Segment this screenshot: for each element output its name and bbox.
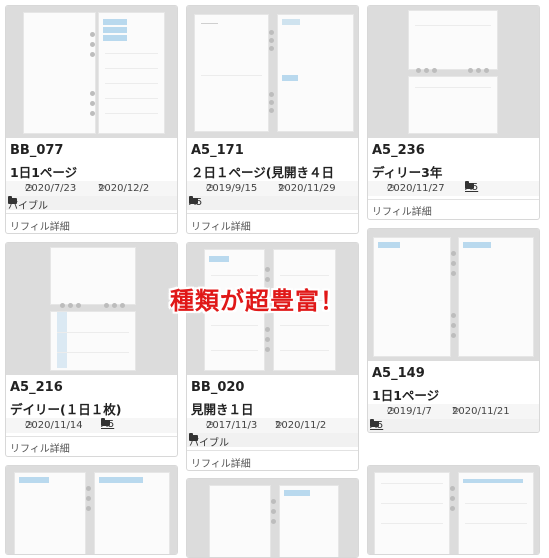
binder-rings xyxy=(269,6,275,138)
refill-page-left xyxy=(194,14,269,132)
refill-detail-link[interactable]: リフィル詳細 xyxy=(191,455,251,470)
published-date: 2020/11/14 xyxy=(25,420,83,431)
refill-code: A5_236 xyxy=(372,143,425,158)
refill-thumbnail[interactable] xyxy=(187,6,358,138)
refill-page-right xyxy=(94,472,170,554)
refill-dates: ◷ 2020/11/27 A5 xyxy=(368,181,539,196)
binder-rings xyxy=(271,479,277,557)
binder-rings xyxy=(450,466,456,554)
refill-code: BB_020 xyxy=(191,380,245,395)
published-date: 2020/11/27 xyxy=(387,183,445,194)
refill-name: 見開き１日 xyxy=(191,402,254,417)
refill-category: バイブル xyxy=(187,433,358,449)
refill-detail-link[interactable]: リフィル詳細 xyxy=(372,203,432,218)
refill-thumbnail[interactable] xyxy=(187,479,358,557)
published-date: 2019/9/15 xyxy=(206,183,258,194)
refill-code: A5_216 xyxy=(10,380,63,395)
refill-card-a5236[interactable]: A5_236 ディリー3年 ◷ 2020/11/27 A5 リフィル詳細 xyxy=(367,5,540,220)
refill-page-right xyxy=(458,472,534,554)
refill-code: A5_171 xyxy=(191,143,244,158)
refill-name: 1日1ページ xyxy=(10,165,78,180)
refill-category: A5 xyxy=(368,419,539,432)
folder-icon xyxy=(189,196,198,204)
refill-page-right xyxy=(98,12,165,134)
refill-page-right xyxy=(279,485,339,557)
refill-page-left xyxy=(14,472,86,554)
refill-thumbnail[interactable] xyxy=(368,466,539,554)
folder-icon xyxy=(465,181,474,189)
updated-date: 2020/11/2 xyxy=(275,420,327,431)
refill-card-a5149[interactable]: A5_149 1日1ページ ◷ 2019/1/7 ↻ 2020/11/21 A5 xyxy=(367,228,540,433)
binder-rings xyxy=(451,229,457,361)
refill-card-bb077[interactable]: BB_077 1日1ページ ◷ 2020/7/23 ↻ 2020/12/2 バイ… xyxy=(5,5,178,234)
refill-code: BB_077 xyxy=(10,143,64,158)
refill-name: 1日1ページ xyxy=(372,388,440,403)
refill-dates: ◷ 2019/1/7 ↻ 2020/11/21 xyxy=(368,404,539,419)
refill-page-left xyxy=(374,472,450,554)
refill-dates: ◷ 2020/11/14 A5 xyxy=(6,418,177,433)
folder-icon xyxy=(101,418,110,426)
updated-date: 2020/11/29 xyxy=(278,183,336,194)
folder-icon xyxy=(189,433,198,441)
refill-page-left xyxy=(23,12,96,134)
refill-detail-link[interactable]: リフィル詳細 xyxy=(10,218,70,233)
refill-thumbnail[interactable] xyxy=(368,6,539,138)
refill-name: ２日１ページ(見開き４日 xyxy=(191,165,334,180)
updated-date: 2020/12/2 xyxy=(98,183,150,194)
refill-card-a5171[interactable]: A5_171 ２日１ページ(見開き４日 ◷ 2019/9/15 ↻ 2020/1… xyxy=(186,5,359,234)
published-date: 2019/1/7 xyxy=(387,406,432,417)
refill-page-top xyxy=(50,247,136,305)
folder-icon xyxy=(370,419,379,427)
refill-name: デイリー(１日１枚) xyxy=(10,402,122,417)
published-date: 2020/7/23 xyxy=(25,183,77,194)
published-date: 2017/11/3 xyxy=(206,420,258,431)
refill-dates: ◷ 2019/9/15 ↻ 2020/11/29 xyxy=(187,181,358,196)
refill-thumbnail[interactable] xyxy=(368,229,539,361)
refill-card-partial-1[interactable] xyxy=(5,465,178,555)
refill-name: ディリー3年 xyxy=(372,165,443,180)
refill-thumbnail[interactable] xyxy=(6,243,177,375)
binder-rings xyxy=(86,466,92,554)
refill-card-bb020[interactable]: BB_020 見開き１日 ◷ 2017/11/3 ↻ 2020/11/2 バイブ… xyxy=(186,242,359,471)
refill-page-left xyxy=(209,485,271,557)
refill-detail-link[interactable]: リフィル詳細 xyxy=(191,218,251,233)
refill-page-top xyxy=(408,10,498,70)
promo-overlay-text: 種類が超豊富！ xyxy=(170,286,345,315)
refill-card-a5216[interactable]: A5_216 デイリー(１日１枚) ◷ 2020/11/14 A5 リフィル詳細 xyxy=(5,242,178,457)
refill-thumbnail[interactable] xyxy=(6,6,177,138)
refill-dates: ◷ 2020/7/23 ↻ 2020/12/2 xyxy=(6,181,177,196)
refill-page-bottom xyxy=(50,311,136,371)
refill-category: バイブル xyxy=(6,196,177,212)
updated-date: 2020/11/21 xyxy=(452,406,510,417)
binder-rings xyxy=(90,6,96,138)
refill-page-right xyxy=(277,14,354,132)
refill-thumbnail[interactable] xyxy=(6,466,177,554)
refill-card-partial-2[interactable] xyxy=(186,478,359,558)
refill-detail-link[interactable]: リフィル詳細 xyxy=(10,440,70,455)
refill-code: A5_149 xyxy=(372,366,425,381)
refill-category: A5 xyxy=(187,196,358,210)
refill-card-partial-3[interactable] xyxy=(367,465,540,555)
refill-page-bottom xyxy=(408,76,498,134)
refill-page-right xyxy=(458,237,534,357)
refill-dates: ◷ 2017/11/3 ↻ 2020/11/2 xyxy=(187,418,358,433)
folder-icon xyxy=(8,196,17,204)
refill-page-left xyxy=(373,237,451,357)
